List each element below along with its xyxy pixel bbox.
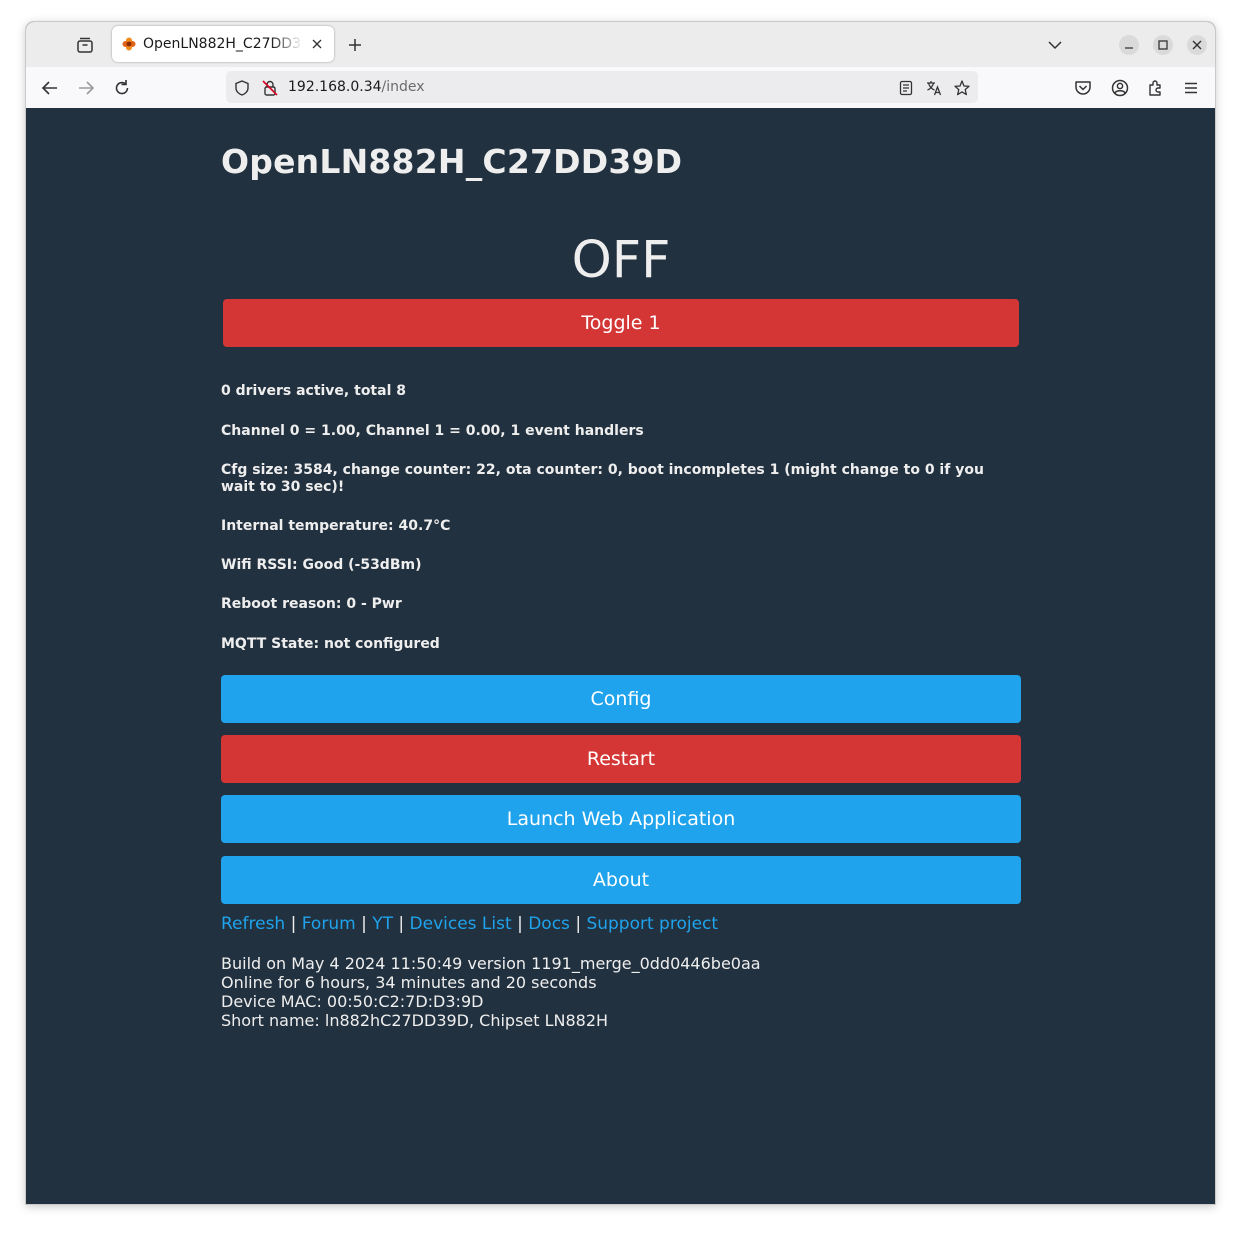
close-icon	[1192, 40, 1202, 50]
back-icon[interactable]	[40, 78, 60, 98]
url-path: /index	[381, 79, 425, 95]
link-separator: |	[398, 914, 405, 934]
footer-links: Refresh | Forum | YT | Devices List | Do…	[221, 914, 718, 934]
info-drivers: 0 drivers active, total 8	[221, 383, 406, 399]
yt-link[interactable]: YT	[372, 914, 393, 934]
link-separator: |	[290, 914, 297, 934]
page-viewport: OpenLN882H_C27DD39D OFF Toggle 1 0 drive…	[26, 108, 1215, 1204]
support-project-link[interactable]: Support project	[586, 914, 718, 934]
info-temperature: Internal temperature: 40.7°C	[221, 518, 451, 534]
docs-link[interactable]: Docs	[528, 914, 570, 934]
menu-icon[interactable]	[1181, 78, 1201, 98]
address-bar[interactable]: 192.168.0.34/index	[226, 71, 978, 103]
maximize-button[interactable]	[1153, 35, 1173, 55]
config-button[interactable]: Config	[221, 675, 1021, 723]
restart-button[interactable]: Restart	[221, 735, 1021, 783]
url-host: 192.168.0.34	[288, 79, 382, 95]
insecure-lock-icon[interactable]	[261, 79, 279, 97]
link-separator: |	[517, 914, 523, 934]
new-tab-icon[interactable]	[346, 36, 364, 54]
extensions-icon[interactable]	[1146, 78, 1166, 98]
pocket-icon[interactable]	[1073, 78, 1093, 98]
browser-window: OpenLN882H_C27DD39D 192.168.0.34/index O…	[26, 22, 1215, 1204]
bookmark-star-icon[interactable]	[953, 79, 971, 97]
info-config: Cfg size: 3584, change counter: 22, ota …	[221, 462, 984, 495]
account-icon[interactable]	[1110, 78, 1130, 98]
chevron-down-icon[interactable]	[1046, 36, 1064, 54]
url-text[interactable]: 192.168.0.34/index	[288, 79, 425, 95]
toggle-button[interactable]: Toggle 1	[223, 299, 1019, 347]
link-separator: |	[361, 914, 367, 934]
reload-icon[interactable]	[112, 78, 132, 98]
launch-web-app-button[interactable]: Launch Web Application	[221, 795, 1021, 843]
refresh-link[interactable]: Refresh	[221, 914, 285, 934]
uptime: Online for 6 hours, 34 minutes and 20 se…	[221, 973, 597, 992]
short-name-chipset: Short name: ln882hC27DD39D, Chipset LN88…	[221, 1011, 609, 1030]
info-channels: Channel 0 = 1.00, Channel 1 = 0.00, 1 ev…	[221, 423, 644, 439]
info-wifi-rssi: Wifi RSSI: Good (-53dBm)	[221, 557, 422, 573]
build-info: Build on May 4 2024 11:50:49 version 119…	[221, 954, 761, 1030]
minimize-button[interactable]	[1119, 35, 1139, 55]
devices-list-link[interactable]: Devices List	[410, 914, 512, 934]
relay-state: OFF	[571, 231, 671, 290]
maximize-icon	[1158, 40, 1168, 50]
build-version: Build on May 4 2024 11:50:49 version 119…	[221, 954, 761, 973]
close-tab-icon[interactable]	[309, 36, 325, 52]
page-title: OpenLN882H_C27DD39D	[221, 142, 683, 181]
shield-icon[interactable]	[233, 79, 251, 97]
link-separator: |	[575, 914, 582, 934]
favicon-icon	[122, 37, 136, 51]
info-mqtt-state: MQTT State: not configured	[221, 636, 440, 652]
device-mac: Device MAC: 00:50:C2:7D:D3:9D	[221, 992, 484, 1011]
tab-active[interactable]: OpenLN882H_C27DD39D	[112, 26, 334, 62]
navigation-toolbar: 192.168.0.34/index	[26, 67, 1215, 109]
forward-icon[interactable]	[76, 78, 96, 98]
tab-manager-icon[interactable]	[76, 36, 94, 54]
translate-icon[interactable]	[925, 79, 943, 97]
tab-title: OpenLN882H_C27DD39D	[143, 36, 303, 52]
about-button[interactable]: About	[221, 856, 1021, 904]
minimize-icon	[1125, 47, 1133, 49]
close-window-button[interactable]	[1187, 35, 1207, 55]
reader-view-icon[interactable]	[897, 79, 915, 97]
info-reboot-reason: Reboot reason: 0 - Pwr	[221, 596, 402, 612]
tab-strip: OpenLN882H_C27DD39D	[26, 22, 1215, 67]
forum-link[interactable]: Forum	[302, 914, 356, 934]
